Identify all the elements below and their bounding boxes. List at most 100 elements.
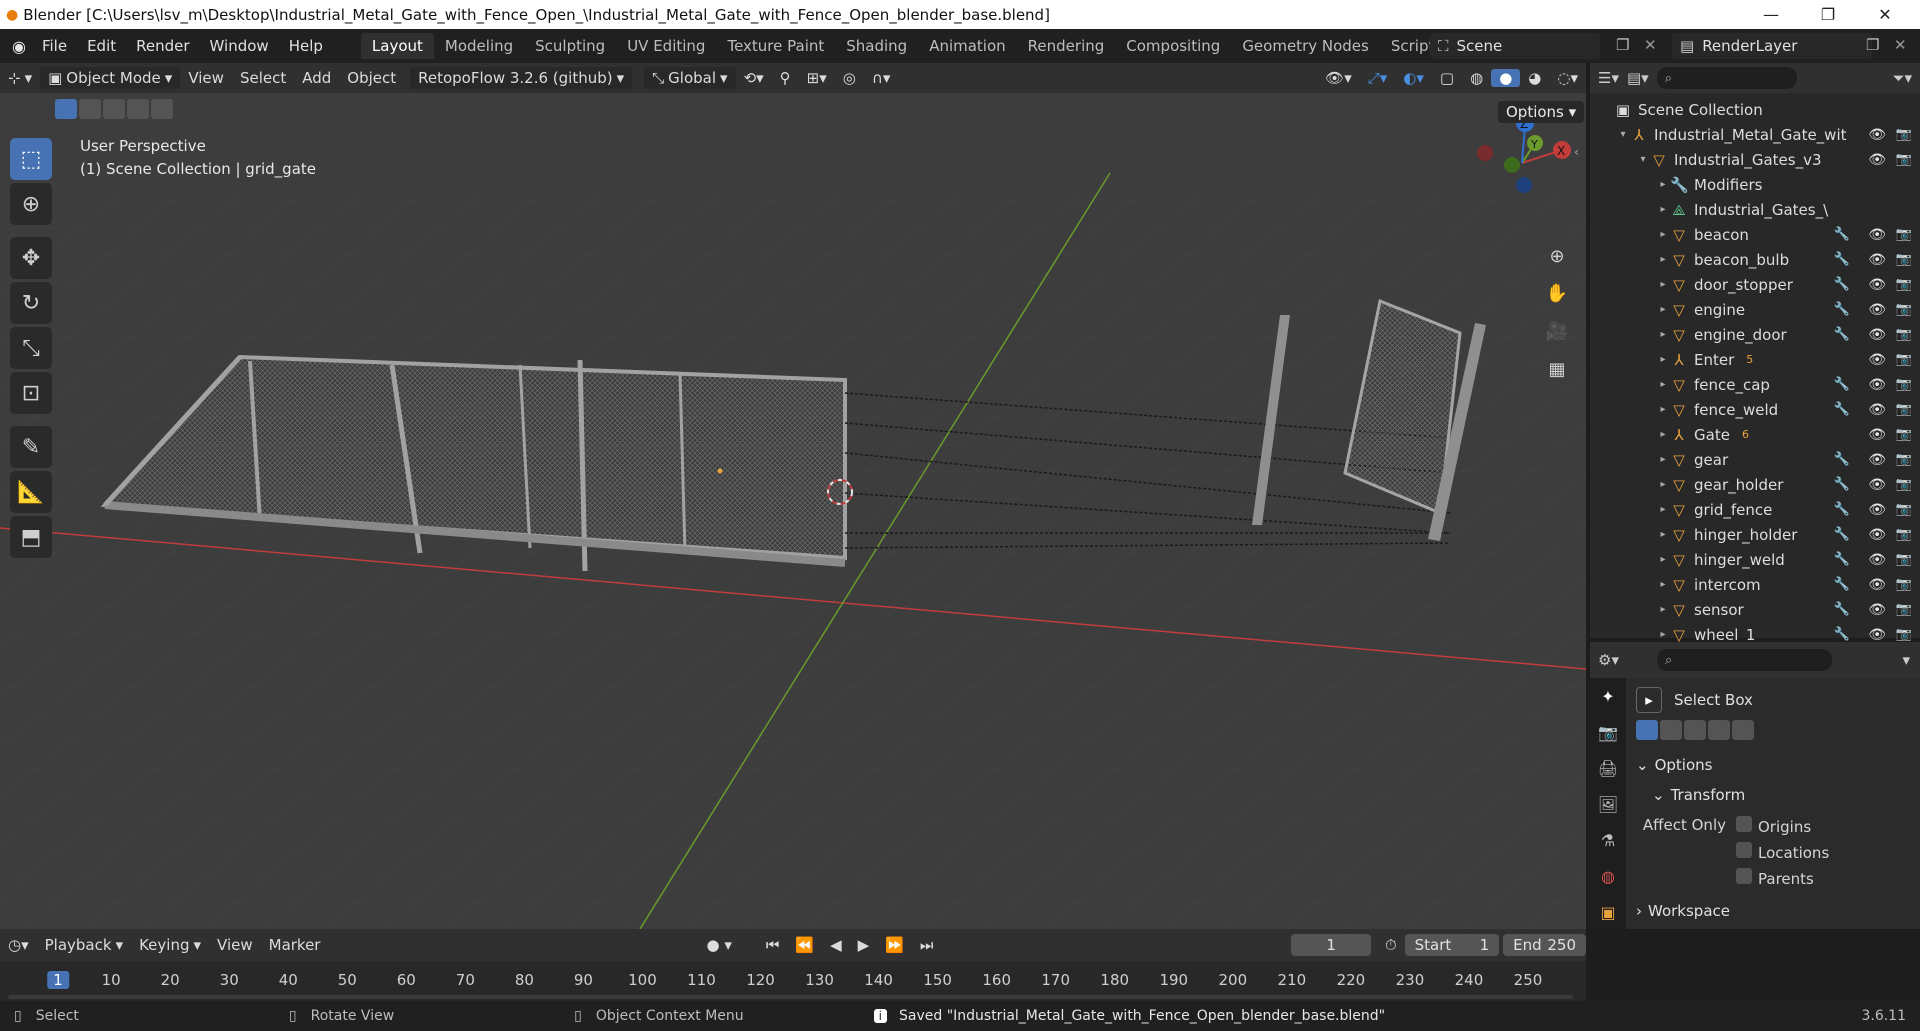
render-camera-icon[interactable]: 📷 [1896,577,1912,592]
outliner-item-18[interactable]: ▸ ▽ intercom 👁 📷 🔧 [1590,572,1920,597]
properties-options-icon[interactable]: ▾ [1902,651,1910,669]
expand-arrow-icon[interactable]: ▸ [1656,604,1670,615]
select-new-icon[interactable] [55,99,77,119]
modifier-wrench-icon[interactable]: 🔧 [1834,627,1850,642]
expand-arrow-icon[interactable]: ▸ [1656,529,1670,540]
outliner-item-13[interactable]: ▸ ▽ gear 👁 📷 🔧 [1590,447,1920,472]
expand-arrow-icon[interactable]: ▸ [1656,629,1670,640]
render-camera-icon[interactable]: 📷 [1896,402,1912,417]
expand-arrow-icon[interactable]: ▸ [1656,579,1670,590]
visibility-eye-icon[interactable]: 👁 [1868,502,1886,518]
pan-hand-icon[interactable]: ✋ [1541,277,1573,309]
tab-rendering[interactable]: Rendering [1017,33,1116,59]
select-intersect-icon[interactable] [151,99,173,119]
timeline-editor-icon[interactable]: ◷▾ [0,936,37,954]
modifier-wrench-icon[interactable]: 🔧 [1834,327,1850,342]
visibility-eye-icon[interactable]: 👁 [1868,352,1886,368]
expand-arrow-icon[interactable]: ▾ [1616,129,1630,140]
object-tab-icon[interactable]: ▣ [1590,894,1626,930]
render-camera-icon[interactable]: 📷 [1896,602,1912,617]
menu-view[interactable]: View [180,69,232,87]
outliner-item-6[interactable]: ▸ ▽ door_stopper 👁 📷 🔧 [1590,272,1920,297]
modifier-wrench-icon[interactable]: 🔧 [1834,502,1850,517]
timeline-view-menu[interactable]: View [209,936,261,954]
render-camera-icon[interactable]: 📷 [1896,327,1912,342]
wireframe-shading-icon[interactable]: ◍ [1462,69,1491,87]
modifier-wrench-icon[interactable]: 🔧 [1834,252,1850,267]
minimize-button[interactable]: — [1743,0,1799,29]
next-keyframe-icon[interactable]: ⏩ [877,936,912,954]
viewport-scene[interactable]: X Y Z [0,93,1586,929]
expand-arrow-icon[interactable]: ▸ [1656,379,1670,390]
visibility-eye-icon[interactable]: 👁 [1868,302,1886,318]
tab-uv-editing[interactable]: UV Editing [616,33,716,59]
outliner-item-14[interactable]: ▸ ▽ gear_holder 👁 📷 🔧 [1590,472,1920,497]
menu-window[interactable]: Window [200,37,279,55]
scale-tool[interactable]: ⤡ [10,327,52,369]
render-camera-icon[interactable]: 📷 [1896,477,1912,492]
falloff-icon[interactable]: ∩▾ [864,69,899,87]
menu-select[interactable]: Select [232,69,294,87]
marker-menu[interactable]: Marker [261,936,329,954]
expand-arrow-icon[interactable]: ▸ [1656,479,1670,490]
props-select-invert-icon[interactable] [1708,720,1730,740]
visibility-eye-icon[interactable]: 👁 [1868,627,1886,643]
outliner-item-11[interactable]: ▸ ▽ fence_weld 👁 📷 🔧 [1590,397,1920,422]
visibility-eye-icon[interactable]: 👁 [1868,402,1886,418]
visibility-eye-icon[interactable]: 👁 [1868,277,1886,293]
modifier-wrench-icon[interactable]: 🔧 [1834,302,1850,317]
start-frame-field[interactable]: Start 1 [1404,934,1500,956]
mode-dropdown[interactable]: ▣ Object Mode ▾ [40,67,181,89]
display-mode-icon[interactable]: ▤▾ [1627,69,1649,87]
expand-arrow-icon[interactable]: ▸ [1656,304,1670,315]
view-layer-selector[interactable]: ▤ RenderLayer [1672,33,1872,59]
outliner-search-input[interactable]: ⌕ [1656,67,1797,89]
modifier-wrench-icon[interactable]: 🔧 [1834,452,1850,467]
props-select-subtract-icon[interactable] [1684,720,1706,740]
record-icon[interactable]: ● ▾ [698,936,739,954]
render-camera-icon[interactable]: 📷 [1896,502,1912,517]
outliner-item-16[interactable]: ▸ ▽ hinger_holder 👁 📷 🔧 [1590,522,1920,547]
properties-editor-icon[interactable]: ⚙▾ [1598,651,1619,669]
visibility-eye-icon[interactable]: 👁 [1868,327,1886,343]
new-view-layer-icon[interactable]: ❐ [1866,36,1879,54]
tab-shading[interactable]: Shading [835,33,918,59]
material-shading-icon[interactable]: ◕ [1520,69,1549,87]
maximize-button[interactable]: ❐ [1800,0,1856,29]
menu-object[interactable]: Object [339,69,404,87]
expand-arrow-icon[interactable]: ▸ [1656,204,1670,215]
outliner-item-0[interactable]: ▾ ⅄ Industrial_Metal_Gate_wit 👁 📷 [1590,122,1920,147]
expand-arrow-icon[interactable]: ▸ [1656,179,1670,190]
move-tool[interactable]: ✥ [10,237,52,279]
origins-checkbox[interactable]: Origins [1736,816,1914,836]
modifier-wrench-icon[interactable]: 🔧 [1834,602,1850,617]
expand-arrow-icon[interactable]: ▸ [1656,554,1670,565]
expand-arrow-icon[interactable]: ▸ [1656,354,1670,365]
outliner-editor-icon[interactable]: ☰▾ [1598,69,1619,87]
frame-ruler[interactable]: 1 10 20 30 40 50 60 70 80 90 100 110 120 130 140 150 160… [0,969,1586,993]
outliner-item-10[interactable]: ▸ ▽ fence_cap 👁 📷 🔧 [1590,372,1920,397]
outliner-item-17[interactable]: ▸ ▽ hinger_weld 👁 📷 🔧 [1590,547,1920,572]
orientation-dropdown[interactable]: ⤡ Global ▾ [644,67,736,89]
retopoflow-dropdown[interactable]: RetopoFlow 3.2.6 (github) ▾ [410,67,633,89]
outliner-item-1[interactable]: ▾ ▽ Industrial_Gates_v3 👁 📷 [1590,147,1920,172]
tab-sculpting[interactable]: Sculpting [524,33,616,59]
render-camera-icon[interactable]: 📷 [1896,252,1912,267]
options-section-header[interactable]: ⌄ Options [1636,750,1914,780]
filter-icon[interactable]: ⏷▾ [1892,69,1912,87]
expand-arrow-icon[interactable]: ▾ [1636,154,1650,165]
xray-icon[interactable]: ▢ [1432,69,1462,87]
render-camera-icon[interactable]: 📷 [1896,127,1912,142]
props-select-new-icon[interactable] [1636,720,1658,740]
render-camera-icon[interactable]: 📷 [1896,627,1912,642]
render-camera-icon[interactable]: 📷 [1896,227,1912,242]
menu-file[interactable]: File [32,37,77,55]
timeline-scrollbar[interactable] [8,995,1573,999]
render-camera-icon[interactable]: 📷 [1896,552,1912,567]
transform-tool[interactable]: ⊡ [10,372,52,414]
outliner-item-2[interactable]: ▸ 🔧 Modifiers [1590,172,1920,197]
render-camera-icon[interactable]: 📷 [1896,377,1912,392]
outliner-item-12[interactable]: ▸ ⅄ Gate 6 👁 📷 [1590,422,1920,447]
select-subtract-icon[interactable] [103,99,125,119]
close-button[interactable]: ✕ [1857,0,1913,29]
